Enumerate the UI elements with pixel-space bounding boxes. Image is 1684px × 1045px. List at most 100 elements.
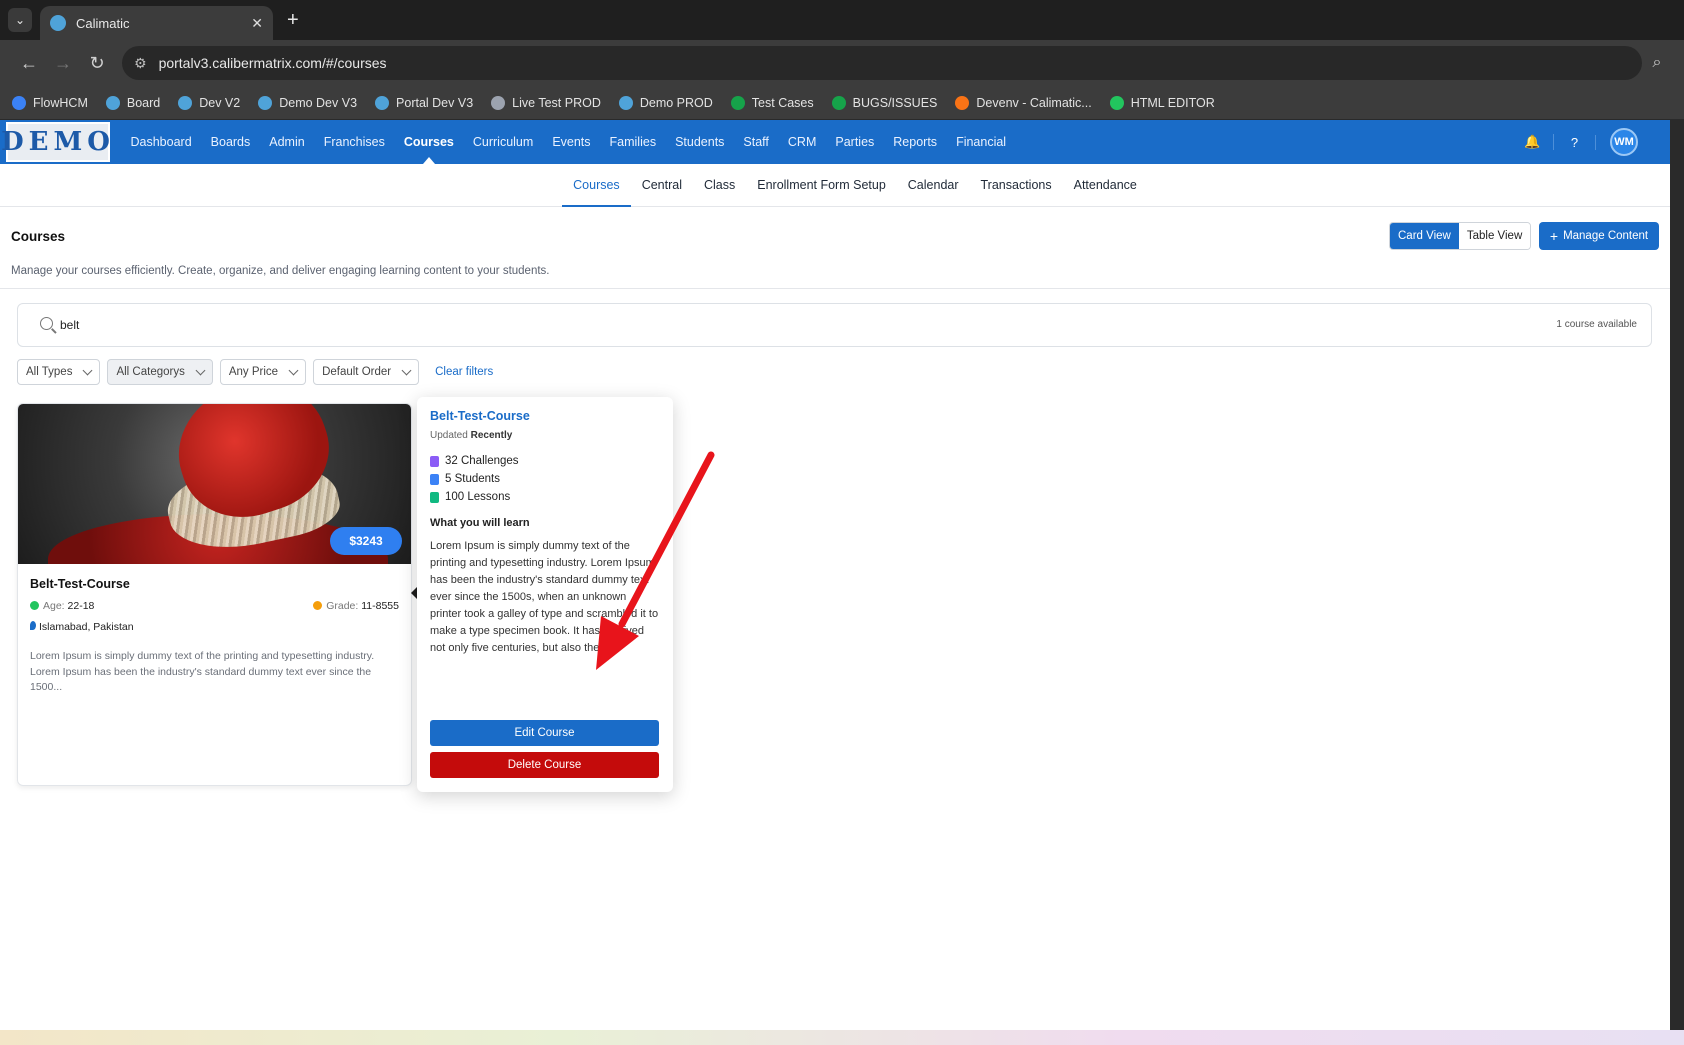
bookmark-item[interactable]: Dev V2 [178, 95, 241, 110]
taskbar-edge [0, 1030, 1684, 1045]
table-view-button[interactable]: Table View [1458, 223, 1531, 249]
course-search[interactable]: belt 1 course available [17, 303, 1652, 347]
help-icon[interactable]: ? [1554, 134, 1596, 150]
category-filter-select[interactable]: All Categorys [107, 359, 213, 385]
clear-filters-link[interactable]: Clear filters [435, 366, 493, 378]
manage-content-button[interactable]: + Manage Content [1539, 222, 1659, 250]
bookmark-label: Live Test PROD [512, 95, 601, 110]
browser-tabstrip: ⌄ Calimatic ✕ + [0, 0, 1684, 40]
bookmark-item[interactable]: Demo Dev V3 [258, 95, 357, 110]
stat-label: 5 Students [445, 473, 500, 485]
card-view-button[interactable]: Card View [1390, 223, 1459, 249]
back-arrow-icon[interactable]: ← [12, 53, 46, 74]
order-filter-label: Default Order [322, 366, 392, 378]
main-menu: Dashboard Boards Admin Franchises Courses Cur… [121, 120, 1016, 164]
delete-course-button[interactable]: Delete Course [430, 752, 659, 778]
age-dot-icon [30, 601, 39, 610]
users-icon [430, 473, 439, 485]
bookmark-item[interactable]: HTML EDITOR [1109, 95, 1215, 110]
user-avatar[interactable]: WM [1610, 128, 1638, 156]
bookmark-favicon-icon [491, 95, 506, 110]
reload-icon[interactable]: ↻ [80, 53, 114, 74]
bookmark-item[interactable]: BUGS/ISSUES [831, 95, 937, 110]
chevron-down-icon [288, 365, 299, 375]
menu-item-parties[interactable]: Parties [826, 120, 884, 164]
bookmark-item[interactable]: Board [105, 95, 160, 110]
edit-course-button[interactable]: Edit Course [430, 720, 659, 746]
bookmark-item[interactable]: Live Test PROD [491, 95, 601, 110]
menu-item-dashboard[interactable]: Dashboard [121, 120, 201, 164]
search-input[interactable]: belt [60, 318, 79, 332]
course-card-body: Belt-Test-Course Age: 22-18 Grade: 11-85… [18, 564, 411, 709]
menu-item-franchises[interactable]: Franchises [314, 120, 394, 164]
type-filter-select[interactable]: All Types [17, 359, 101, 385]
zoom-icon[interactable]: ⌕ [1642, 54, 1672, 72]
menu-item-reports[interactable]: Reports [884, 120, 947, 164]
menu-item-families[interactable]: Families [600, 120, 666, 164]
notification-bell-icon[interactable]: 🔔 [1512, 134, 1554, 150]
demo-logo[interactable]: DEMO [1, 122, 110, 162]
page-subtitle: Manage your courses efficiently. Create,… [11, 265, 550, 277]
plus-icon: + [1549, 228, 1559, 244]
stat-item: 32 Challenges [430, 455, 660, 467]
menu-item-admin[interactable]: Admin [260, 120, 314, 164]
menu-item-financial[interactable]: Financial [947, 120, 1016, 164]
bookmark-label: Portal Dev V3 [396, 95, 474, 110]
bookmark-label: Test Cases [751, 95, 814, 110]
age-info: Age: 22-18 [30, 600, 94, 612]
learn-heading: What you will learn [430, 517, 530, 529]
menu-item-students[interactable]: Students [666, 120, 734, 164]
course-card[interactable]: $3243 Belt-Test-Course Age: 22-18 Grade:… [17, 403, 412, 786]
site-settings-icon[interactable]: ⚙ [134, 55, 147, 72]
price-badge: $3243 [330, 527, 402, 555]
tab-close-icon[interactable]: ✕ [251, 15, 263, 32]
filter-bar: All Types All Categorys Any Price Defaul… [17, 359, 493, 385]
browser-tab[interactable]: Calimatic ✕ [40, 6, 273, 40]
bookmark-label: FlowHCM [33, 95, 88, 110]
tab-search-dropdown[interactable]: ⌄ [8, 8, 32, 32]
menu-item-crm[interactable]: CRM [778, 120, 825, 164]
app-root: DEMO Dashboard Boards Admin Franchises Cours… [0, 120, 1670, 1030]
view-toggle: Card View Table View [1389, 222, 1532, 250]
bookmark-label: Devenv - Calimatic... [976, 95, 1092, 110]
bookmark-item[interactable]: Portal Dev V3 [375, 95, 474, 110]
location-pin-icon [30, 621, 36, 630]
age-value: 22-18 [67, 600, 95, 612]
course-stats: 32 Challenges 5 Students 100 Lessons [430, 455, 660, 503]
tab-attendance[interactable]: Attendance [1063, 164, 1148, 206]
tab-calendar[interactable]: Calendar [897, 164, 970, 206]
menu-item-boards[interactable]: Boards [201, 120, 260, 164]
tab-transactions[interactable]: Transactions [970, 164, 1063, 206]
price-filter-select[interactable]: Any Price [219, 359, 307, 385]
tab-enrollment-form-setup[interactable]: Enrollment Form Setup [746, 164, 897, 206]
bookmark-item[interactable]: Test Cases [730, 95, 814, 110]
address-bar[interactable]: ⚙ portalv3.calibermatrix.com/#/courses [122, 46, 1642, 80]
order-filter-select[interactable]: Default Order [313, 359, 420, 385]
browser-toolbar: ← → ↻ ⚙ portalv3.calibermatrix.com/#/cou… [0, 40, 1684, 86]
menu-item-courses[interactable]: Courses [394, 120, 463, 164]
tab-class[interactable]: Class [693, 164, 746, 206]
menu-item-staff[interactable]: Staff [734, 120, 778, 164]
page-header: Courses Manage your courses efficiently.… [0, 207, 1670, 289]
bookmark-label: Dev V2 [199, 95, 241, 110]
location-text: Islamabad, Pakistan [39, 621, 134, 633]
popover-title[interactable]: Belt-Test-Course [430, 409, 660, 423]
course-image: $3243 [18, 404, 411, 564]
bookmark-favicon-icon [618, 95, 633, 110]
forward-arrow-icon[interactable]: → [46, 53, 80, 74]
tab-courses[interactable]: Courses [562, 164, 631, 207]
grade-value: 11-8555 [361, 600, 399, 612]
bookmark-item[interactable]: Devenv - Calimatic... [955, 95, 1092, 110]
url-text: portalv3.calibermatrix.com/#/courses [158, 55, 387, 71]
bookmark-item[interactable]: FlowHCM [12, 95, 88, 110]
tab-central[interactable]: Central [631, 164, 693, 206]
learn-description: Lorem Ipsum is simply dummy text of the … [430, 540, 659, 654]
page-title: Courses [11, 229, 66, 244]
type-filter-label: All Types [26, 366, 73, 378]
menu-item-curriculum[interactable]: Curriculum [463, 120, 542, 164]
bookmark-item[interactable]: Demo PROD [618, 95, 713, 110]
updated-label: Updated [430, 430, 468, 441]
menu-item-events[interactable]: Events [543, 120, 600, 164]
new-tab-button[interactable]: + [287, 9, 299, 32]
bookmark-label: HTML EDITOR [1130, 95, 1215, 110]
